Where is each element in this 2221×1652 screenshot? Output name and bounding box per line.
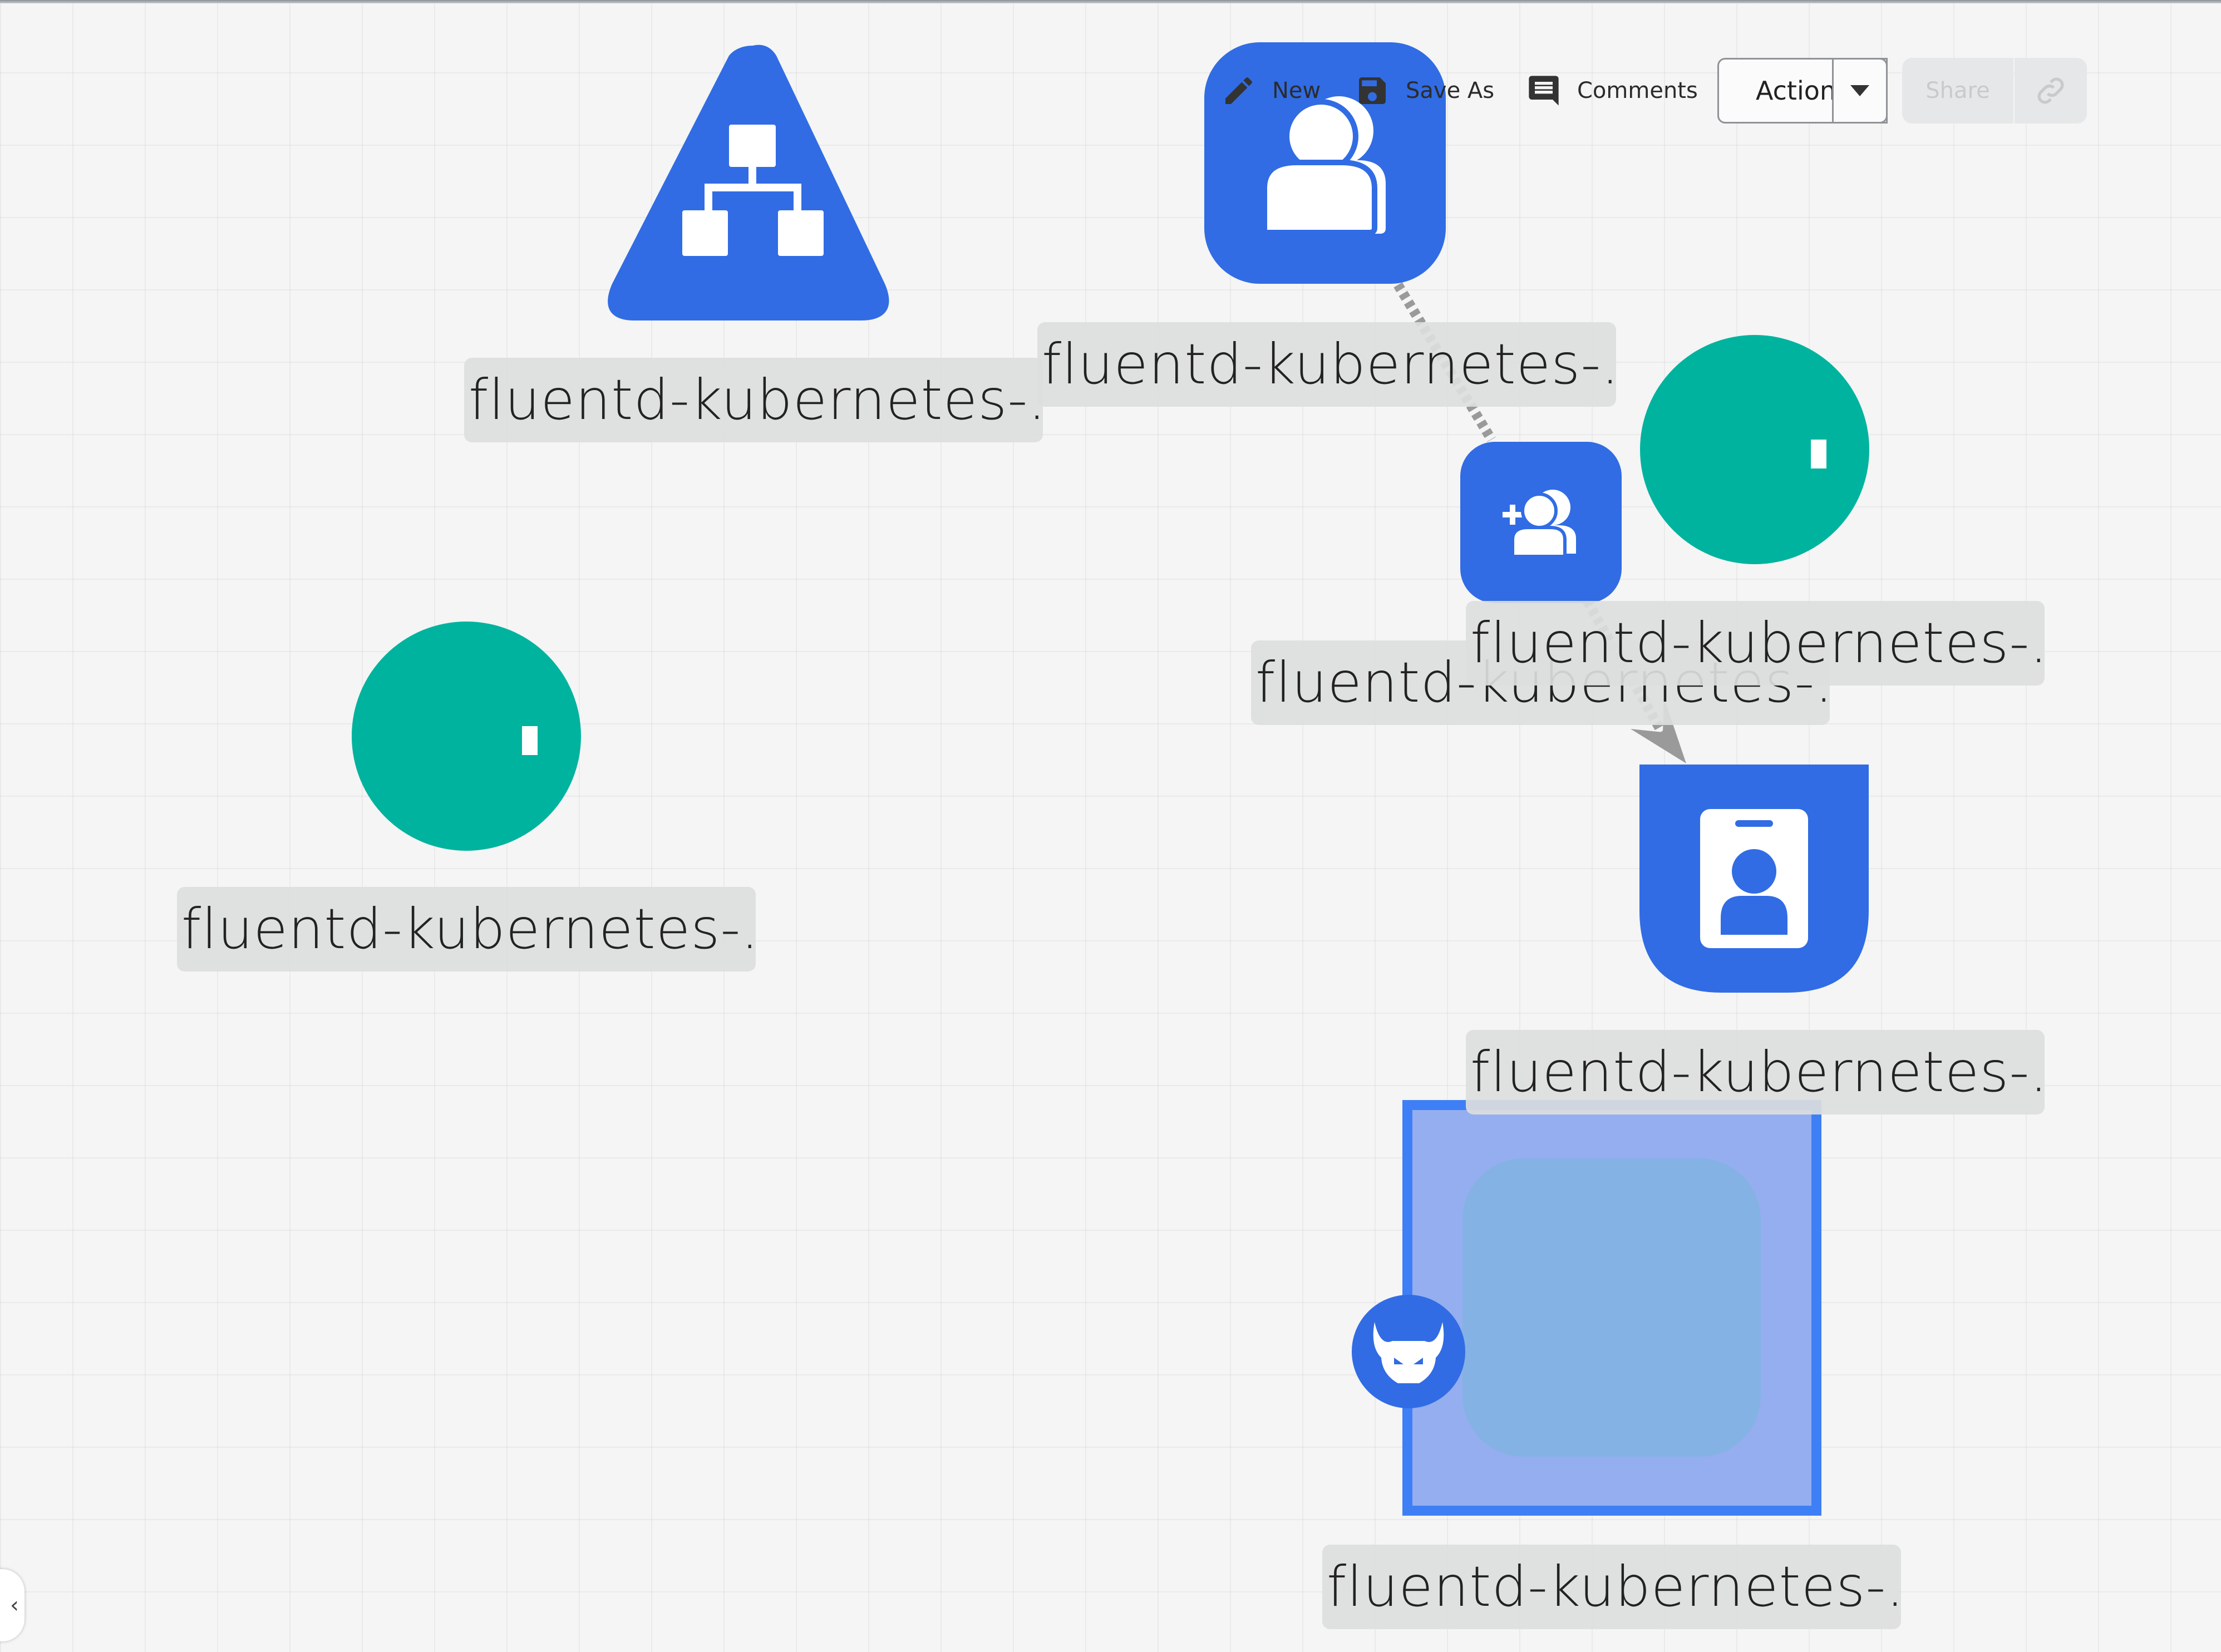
- new-button[interactable]: New: [1221, 66, 1321, 116]
- comments-button[interactable]: Comments: [1526, 66, 1698, 116]
- share-label: Share: [1925, 78, 1990, 103]
- share-button[interactable]: Share: [1902, 58, 2013, 124]
- caret-down-icon: [1850, 85, 1869, 96]
- actions-dropdown-toggle[interactable]: [1832, 58, 1888, 124]
- node-label-triangle[interactable]: fluentd-kubernetes-...: [464, 358, 1043, 442]
- node-label-teal-right[interactable]: fluentd-kubernetes-...: [1466, 601, 2045, 686]
- node-id-badge[interactable]: [1639, 765, 1869, 993]
- node-label-namespace[interactable]: fluentd-kubernetes-...: [1322, 1545, 1901, 1629]
- node-triangle-network[interactable]: [608, 45, 889, 320]
- graph-layer: [352, 42, 1869, 1516]
- id-badge-icon: [1700, 809, 1808, 948]
- pencil-icon: [1225, 77, 1253, 104]
- comments-label: Comments: [1577, 78, 1698, 103]
- circle-node-icon: [1811, 440, 1826, 469]
- copy-link-button[interactable]: [2015, 58, 2087, 124]
- node-add-user[interactable]: [1460, 442, 1622, 603]
- comment-icon: [1529, 76, 1559, 106]
- link-icon: [2037, 77, 2064, 104]
- circle-node-icon: [522, 726, 538, 755]
- node-teal-circle-right[interactable]: [1640, 335, 1869, 564]
- new-label: New: [1272, 78, 1321, 103]
- node-label-teal-left[interactable]: fluentd-kubernetes-...: [177, 887, 756, 972]
- chevron-left-icon: ‹: [10, 1592, 19, 1618]
- save-as-button[interactable]: Save As: [1355, 66, 1494, 116]
- node-namespace-group[interactable]: [1402, 1100, 1821, 1516]
- node-devil-badge[interactable]: [1352, 1295, 1465, 1408]
- node-label-users[interactable]: fluentd-kubernetes-...: [1037, 322, 1616, 407]
- inner-group-shape: [1462, 1158, 1761, 1457]
- save-as-label: Save As: [1406, 78, 1495, 103]
- sidebar-toggle[interactable]: ‹: [0, 1569, 24, 1641]
- node-label-id-badge[interactable]: fluentd-kubernetes-...: [1466, 1030, 2045, 1115]
- node-teal-circle-left[interactable]: [352, 622, 581, 851]
- save-icon: [1359, 77, 1386, 104]
